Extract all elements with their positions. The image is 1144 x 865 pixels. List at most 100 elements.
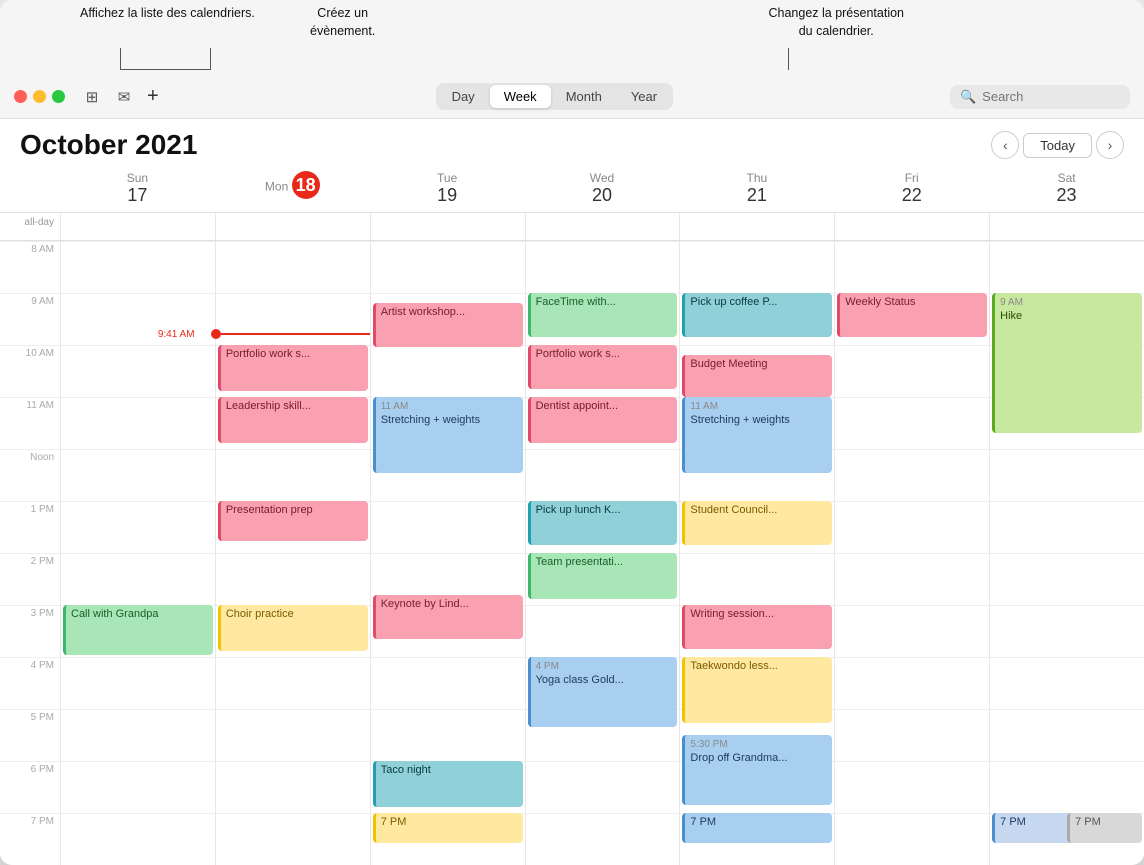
- time-10am: 10 AM: [0, 345, 60, 397]
- event-taekwondo[interactable]: Taekwondo less...: [682, 657, 832, 723]
- allday-mon: [215, 213, 370, 240]
- today-button[interactable]: Today: [1023, 133, 1092, 158]
- search-icon: 🔍: [960, 89, 976, 105]
- event-stretching-thu[interactable]: 11 AM Stretching + weights: [682, 397, 832, 473]
- add-event-button[interactable]: +: [147, 85, 159, 108]
- event-keynote[interactable]: Keynote by Lind...: [373, 595, 523, 639]
- event-pick-up-coffee[interactable]: Pick up coffee P...: [682, 293, 832, 337]
- day-headers: Sun 17 Mon 18 Tue 19 Wed 20 Thu 21 Fri 2…: [0, 167, 1144, 213]
- day-name-wed: Wed: [590, 171, 614, 185]
- view-btn-week[interactable]: Week: [490, 85, 551, 108]
- day-header-fri: Fri 22: [834, 167, 989, 212]
- event-tue-7pm[interactable]: 7 PM: [373, 813, 523, 843]
- traffic-lights: [14, 90, 65, 103]
- event-sat-7pm-gray[interactable]: 7 PM: [1067, 813, 1142, 843]
- event-student-council[interactable]: Student Council...: [682, 501, 832, 545]
- day-name-sun: Sun: [127, 171, 148, 185]
- allday-sat: [989, 213, 1144, 240]
- event-stretching-tue[interactable]: 11 AM Stretching + weights: [373, 397, 523, 473]
- event-dropoff[interactable]: 5:30 PM Drop off Grandma...: [682, 735, 832, 805]
- calendar-window: Affichez la liste des calendriers. Créez…: [0, 0, 1144, 865]
- search-box[interactable]: 🔍: [950, 85, 1130, 109]
- annotation-view: Changez la présentationdu calendrier.: [768, 5, 904, 40]
- search-input[interactable]: [982, 89, 1112, 104]
- nav-controls: ‹ Today ›: [991, 131, 1124, 159]
- day-header-wed: Wed 20: [525, 167, 680, 212]
- view-switcher: Day Week Month Year: [436, 83, 674, 110]
- event-presentation-prep[interactable]: Presentation prep: [218, 501, 368, 541]
- event-portfolio-mon[interactable]: Portfolio work s...: [218, 345, 368, 391]
- time-4pm: 4 PM: [0, 657, 60, 709]
- day-header-sat: Sat 23: [989, 167, 1144, 212]
- event-writing-session[interactable]: Writing session...: [682, 605, 832, 649]
- event-facetime[interactable]: FaceTime with...: [528, 293, 678, 337]
- day-num-20: 20: [525, 185, 680, 206]
- event-budget-meeting[interactable]: Budget Meeting: [682, 355, 832, 397]
- event-thu-7pm[interactable]: 7 PM: [682, 813, 832, 843]
- day-header-sun: Sun 17: [60, 167, 215, 212]
- annotation-create: Créez unévènement.: [310, 5, 375, 40]
- time-11am: 11 AM: [0, 397, 60, 449]
- event-leadership[interactable]: Leadership skill...: [218, 397, 368, 443]
- day-header-mon: Mon 18: [215, 167, 370, 212]
- minimize-button[interactable]: [33, 90, 46, 103]
- day-col-sat: 9 AM Hike 7 PM 7 PM: [989, 241, 1144, 865]
- event-pick-up-lunch[interactable]: Pick up lunch K...: [528, 501, 678, 545]
- time-2pm: 2 PM: [0, 553, 60, 605]
- time-noon: Noon: [0, 449, 60, 501]
- allday-thu: [679, 213, 834, 240]
- event-portfolio-wed[interactable]: Portfolio work s...: [528, 345, 678, 389]
- day-name-sat: Sat: [1058, 171, 1076, 185]
- day-name-thu: Thu: [747, 171, 768, 185]
- day-num-19: 19: [370, 185, 525, 206]
- inbox-icon[interactable]: ✉: [113, 88, 135, 106]
- allday-row: all-day: [0, 213, 1144, 241]
- allday-label: all-day: [0, 213, 60, 240]
- calendar-header: October 2021 ‹ Today ›: [0, 119, 1144, 167]
- day-num-22: 22: [834, 185, 989, 206]
- prev-week-button[interactable]: ‹: [991, 131, 1019, 159]
- day-col-wed: FaceTime with... Portfolio work s... Den…: [525, 241, 680, 865]
- day-header-tue: Tue 19: [370, 167, 525, 212]
- time-8am: 8 AM: [0, 241, 60, 293]
- time-9am: 9 AM: [0, 293, 60, 345]
- event-choir[interactable]: Choir practice: [218, 605, 368, 651]
- time-5pm: 5 PM: [0, 709, 60, 761]
- day-name-tue: Tue: [437, 171, 457, 185]
- day-col-sun: Call with Grandpa: [60, 241, 215, 865]
- event-hike[interactable]: 9 AM Hike: [992, 293, 1142, 433]
- next-week-button[interactable]: ›: [1096, 131, 1124, 159]
- event-taco-night[interactable]: Taco night: [373, 761, 523, 807]
- view-btn-year[interactable]: Year: [617, 85, 671, 108]
- event-artist-workshop[interactable]: Artist workshop...: [373, 303, 523, 347]
- day-col-tue: Artist workshop... 11 AM Stretching + we…: [370, 241, 525, 865]
- time-1pm: 1 PM: [0, 501, 60, 553]
- time-column: 8 AM 9 AM 10 AM 11 AM Noon 1 PM 2 PM 3 P…: [0, 241, 60, 865]
- day-header-thu: Thu 21: [679, 167, 834, 212]
- day-name-mon: Mon: [265, 180, 288, 194]
- event-dentist[interactable]: Dentist appoint...: [528, 397, 678, 443]
- fullscreen-button[interactable]: [52, 90, 65, 103]
- day-num-21: 21: [679, 185, 834, 206]
- time-grid: 8 AM 9 AM 10 AM 11 AM Noon 1 PM 2 PM 3 P…: [0, 241, 1144, 865]
- event-yoga[interactable]: 4 PM Yoga class Gold...: [528, 657, 678, 727]
- time-3pm: 3 PM: [0, 605, 60, 657]
- view-btn-month[interactable]: Month: [552, 85, 616, 108]
- event-weekly-status[interactable]: Weekly Status: [837, 293, 987, 337]
- day-col-thu: Pick up coffee P... Budget Meeting 11 AM…: [679, 241, 834, 865]
- allday-wed: [525, 213, 680, 240]
- view-btn-day[interactable]: Day: [438, 85, 489, 108]
- allday-fri: [834, 213, 989, 240]
- close-button[interactable]: [14, 90, 27, 103]
- event-call-grandpa[interactable]: Call with Grandpa: [63, 605, 213, 655]
- event-team-presentation[interactable]: Team presentati...: [528, 553, 678, 599]
- titlebar: ⊞ ✉ + Day Week Month Year 🔍: [0, 75, 1144, 119]
- month-year-title: October 2021: [20, 129, 197, 161]
- time-7pm: 7 PM: [0, 813, 60, 865]
- allday-tue: [370, 213, 525, 240]
- day-num-23: 23: [989, 185, 1144, 206]
- calendar-list-icon[interactable]: ⊞: [81, 88, 103, 106]
- day-num-18: 18: [292, 171, 320, 199]
- annotation-calendars: Affichez la liste des calendriers.: [80, 5, 255, 23]
- day-col-fri: Weekly Status: [834, 241, 989, 865]
